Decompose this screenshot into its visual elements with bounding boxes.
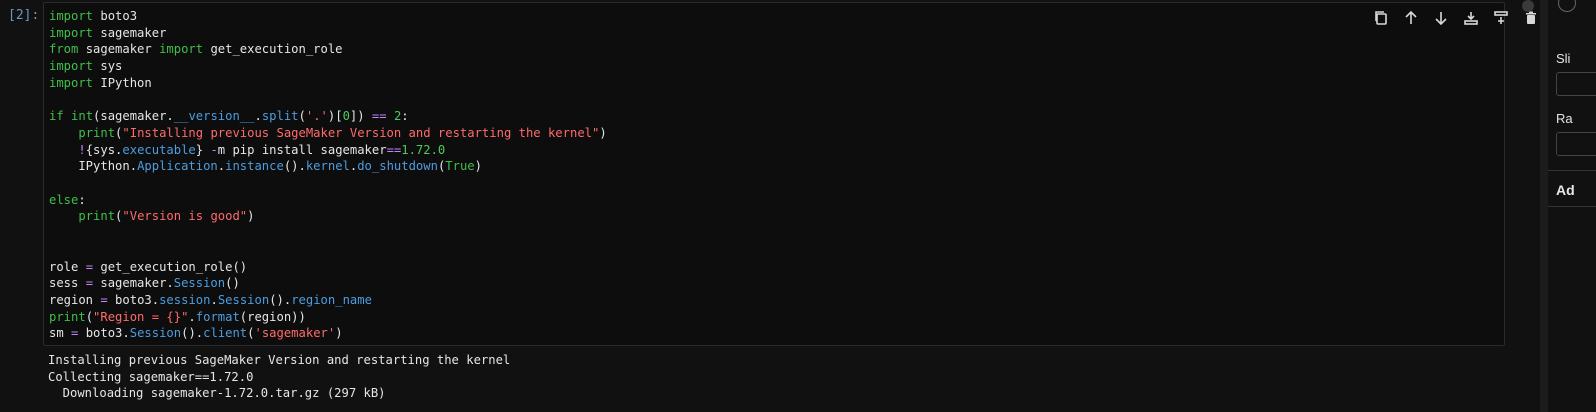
execution-count: [2]: — [8, 8, 40, 23]
side-panel-label-1: Sli — [1556, 51, 1571, 66]
insert-below-icon — [1494, 11, 1508, 24]
side-panel-input-1[interactable] — [1556, 72, 1596, 96]
cell-output: Installing previous SageMaker Version an… — [48, 352, 510, 402]
code-line: !{sys.executable} -m pip install sagemak… — [78, 142, 446, 157]
code-line: if int(sagemaker.__version__.split('.')[… — [49, 109, 409, 124]
code-line: else: — [49, 192, 86, 207]
code-cell-editor[interactable]: import boto3 import sagemaker from sagemak… — [43, 2, 1536, 346]
insert-above-icon — [1464, 12, 1478, 25]
cell-toolbar — [1371, 7, 1541, 29]
side-panel-section-title: Ad — [1556, 182, 1575, 198]
code-content[interactable]: import boto3 import sagemaker from sagemak… — [49, 8, 607, 342]
side-panel-label-2: Ra — [1556, 111, 1573, 126]
side-panel-separator — [1548, 170, 1596, 171]
code-line: role = get_execution_role() — [49, 259, 248, 274]
panel-divider[interactable] — [1540, 0, 1548, 412]
toggle-icon[interactable] — [1558, 0, 1576, 12]
code-line: print("Installing previous SageMaker Ver… — [78, 125, 607, 140]
code-line: IPython.Application.instance().kernel.do… — [49, 159, 482, 174]
trash-icon — [1526, 11, 1536, 24]
side-panel-separator — [1548, 206, 1596, 207]
side-panel-input-2[interactable] — [1556, 132, 1596, 156]
move-down-button[interactable] — [1431, 8, 1451, 28]
insert-below-button[interactable] — [1491, 8, 1511, 28]
code-line: print("Region = {}".format(region)) — [49, 309, 306, 324]
output-line: Installing previous SageMaker Version an… — [48, 353, 511, 367]
code-line: from sagemaker import get_execution_role — [49, 42, 343, 57]
scroll-indicator[interactable] — [1522, 0, 1534, 12]
code-line: import sagemaker — [49, 25, 167, 40]
code-line: region = boto3.session.Session().region_… — [49, 292, 372, 307]
code-line: import sys — [49, 59, 123, 74]
arrow-down-icon — [1435, 12, 1447, 26]
notebook-area: [2]: import boto3 import sagemaker from sa… — [0, 0, 1540, 412]
duplicate-cell-button[interactable] — [1371, 8, 1391, 28]
code-line: sm = boto3.Session().client('sagemaker') — [49, 326, 343, 341]
arrow-up-icon — [1405, 10, 1417, 24]
code-line: import boto3 — [49, 9, 138, 23]
output-line: Downloading sagemaker-1.72.0.tar.gz (297… — [48, 386, 386, 401]
code-line: sess = sagemaker.Session() — [49, 276, 240, 291]
copy-icon — [1375, 11, 1387, 25]
move-up-button[interactable] — [1401, 8, 1421, 28]
insert-above-button[interactable] — [1461, 8, 1481, 28]
code-line: print("Version is good") — [78, 209, 255, 224]
right-side-panel: Sli Ra Ad — [1548, 0, 1596, 412]
output-line: Collecting sagemaker==1.72.0 — [48, 369, 254, 384]
code-line: import IPython — [49, 75, 152, 90]
